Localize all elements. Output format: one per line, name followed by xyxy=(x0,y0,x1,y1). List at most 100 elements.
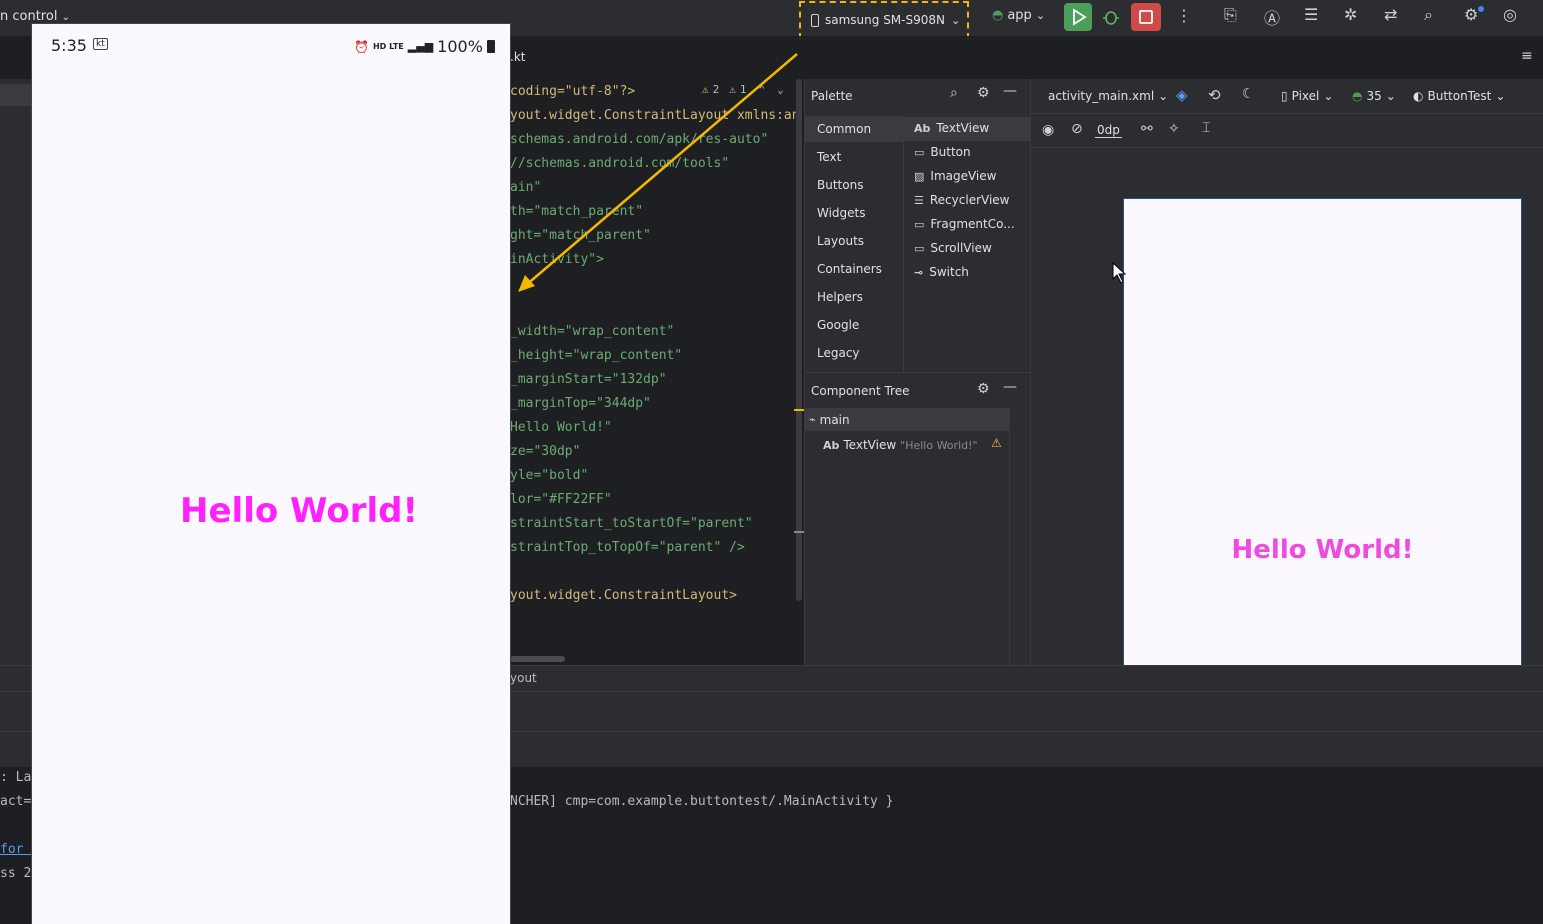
infer-constraints-icon[interactable]: ✧ xyxy=(1168,121,1180,137)
theme-select[interactable]: ◐ ButtonTest ⌄ xyxy=(1413,89,1505,103)
sdk-manager-icon[interactable]: ☰ xyxy=(1304,5,1318,24)
debug-button[interactable] xyxy=(1100,6,1122,28)
palette-item[interactable]: ▨ ImageView xyxy=(914,169,996,183)
device-select[interactable]: ▯ Pixel ⌄ xyxy=(1281,89,1333,103)
layout-preview[interactable]: Hello World! xyxy=(1123,198,1522,667)
palette-category-buttons[interactable]: Buttons xyxy=(817,178,863,192)
theme-select-label: ButtonTest xyxy=(1427,89,1492,103)
autoconnect-icon[interactable]: ⊘ xyxy=(1071,121,1083,137)
button-icon: ▭ xyxy=(914,145,925,159)
console-line-prefix: : La xyxy=(0,770,32,785)
run-button[interactable] xyxy=(1064,3,1092,31)
design-surface-icon[interactable]: ◈ xyxy=(1176,86,1188,104)
search-icon[interactable]: ⌕ xyxy=(950,85,958,101)
warning-icon[interactable]: ⚠ xyxy=(991,436,1002,450)
default-margin-value: 0dp xyxy=(1097,123,1120,137)
palette-category-text[interactable]: Text xyxy=(817,150,841,164)
minimize-icon[interactable]: — xyxy=(1003,83,1017,99)
palette-item[interactable]: ⊸ Switch xyxy=(914,265,969,279)
chevron-down-icon: ⌄ xyxy=(1495,89,1506,103)
minimize-icon[interactable]: — xyxy=(1003,379,1017,395)
palette-item[interactable]: ▭ ScrollView xyxy=(914,241,992,255)
device-selector[interactable]: samsung SM-S908N ⌄ xyxy=(799,1,969,39)
palette-item[interactable]: ▭ Button xyxy=(914,145,971,159)
breadcrumb[interactable]: yout xyxy=(510,671,537,685)
palette-category-layouts[interactable]: Layouts xyxy=(817,234,864,248)
tree-child-row[interactable]: Ab TextView "Hello World!" xyxy=(823,435,1009,455)
tree-child-label: TextView xyxy=(843,438,897,452)
design-toolbar-2: ◉ ⊘ 0dp ⚯ ✧ ⌶ xyxy=(1031,114,1543,148)
palette-category-helpers[interactable]: Helpers xyxy=(817,290,863,304)
guidelines-icon[interactable]: ⌶ xyxy=(1202,120,1210,136)
code-line: _marginStart="132dp" xyxy=(510,372,667,387)
tree-root-row[interactable]: ⌁ main xyxy=(805,408,1009,431)
palette-item[interactable]: Ab TextView xyxy=(914,121,989,135)
palette-category-legacy[interactable]: Legacy xyxy=(817,346,860,360)
view-options-eye-icon[interactable]: ◉ xyxy=(1042,122,1054,138)
palette-category-containers[interactable]: Containers xyxy=(817,262,882,276)
stop-button[interactable] xyxy=(1131,3,1161,31)
palette-item-label: Button xyxy=(930,145,971,159)
clear-constraints-icon[interactable]: ⚯ xyxy=(1141,121,1153,137)
sync-icon[interactable]: ⇄ xyxy=(1384,5,1397,24)
hamburger-menu-icon[interactable]: ≡ xyxy=(1521,48,1533,64)
code-line: _width="wrap_content" xyxy=(510,324,675,339)
switch-icon: ⊸ xyxy=(914,265,924,279)
mouse-cursor-icon xyxy=(1112,262,1126,284)
phone-hello-text[interactable]: Hello World! xyxy=(32,491,566,531)
phone-device-icon xyxy=(811,13,819,27)
fragment-icon: ▭ xyxy=(914,217,925,231)
run-config-label: app xyxy=(1007,8,1032,23)
settings-gear-icon[interactable]: ⚙ xyxy=(977,85,990,101)
battery-percent: 100% xyxy=(437,37,483,56)
constraint-layout-icon: ⌁ xyxy=(809,413,816,426)
palette-category-common[interactable]: Common xyxy=(817,122,871,136)
account-icon[interactable]: ◎ xyxy=(1503,5,1517,24)
theme-icon: ◐ xyxy=(1413,89,1424,103)
search-icon[interactable]: ⌕ xyxy=(1424,5,1433,25)
default-margin-field[interactable]: 0dp xyxy=(1095,123,1122,138)
component-tree-header: Component Tree ⚙ — xyxy=(805,372,1030,407)
code-line: ze="30dp" xyxy=(510,444,581,459)
device-mirror-window[interactable]: 5:35 kt ⏰ HD LTE ▂▄▆ 100% Hello World! xyxy=(32,24,510,924)
preview-hello-text[interactable]: Hello World! xyxy=(1124,535,1521,565)
layout-file-label: activity_main.xml xyxy=(1048,89,1155,103)
palette-item[interactable]: ▭ FragmentCo... xyxy=(914,217,1015,231)
palette-item-label: TextView xyxy=(936,121,990,135)
device-label: samsung SM-S908N xyxy=(825,13,945,27)
settings-gear-icon[interactable]: ⚙ xyxy=(977,381,990,397)
night-mode-icon[interactable]: ☾ xyxy=(1242,86,1255,102)
settings-gear-icon[interactable]: ⚙ xyxy=(1464,5,1478,24)
app-inspection-icon[interactable]: ✲ xyxy=(1344,5,1357,24)
horizontal-scrollbar[interactable] xyxy=(510,656,565,662)
palette-category-widgets[interactable]: Widgets xyxy=(817,206,866,220)
orientation-icon[interactable]: ⟲ xyxy=(1208,86,1221,104)
imageview-icon: ▨ xyxy=(914,169,925,183)
project-widget[interactable]: n control ⌄ xyxy=(0,9,70,24)
run-config-selector[interactable]: ◓ app ⌄ xyxy=(992,8,1045,23)
console-line: NCHER] cmp=com.example.buttontest/.MainA… xyxy=(510,794,894,809)
battery-icon xyxy=(486,40,495,53)
console-line-prefix: act= xyxy=(0,794,32,809)
annotation-arrow xyxy=(518,53,798,292)
palette-item[interactable]: ☰ RecyclerView xyxy=(914,193,1009,207)
status-time: 5:35 xyxy=(51,36,87,55)
textview-icon: Ab xyxy=(823,438,840,452)
translate-icon[interactable]: Ⓐ xyxy=(1264,5,1280,29)
api-select[interactable]: ◓ 35 ⌄ xyxy=(1352,89,1396,103)
layout-file-select[interactable]: activity_main.xml ⌄ xyxy=(1048,89,1168,103)
palette-items: Ab TextView ▭ Button ▨ ImageView ☰ RecyclerView… xyxy=(904,116,1030,372)
tree-side-strip xyxy=(1009,408,1031,665)
signal-icon: ▂▄▆ xyxy=(407,40,434,53)
palette-category-google[interactable]: Google xyxy=(817,318,859,332)
chevron-down-icon: ⌄ xyxy=(1035,9,1046,22)
device-select-label: Pixel xyxy=(1291,89,1320,103)
chevron-down-icon: ⌄ xyxy=(1385,89,1396,103)
chevron-down-icon: ⌄ xyxy=(1158,89,1169,103)
network-status-text: HD LTE xyxy=(372,42,404,51)
palette-item-label: ImageView xyxy=(930,169,997,183)
device-manager-icon[interactable]: ⎘ xyxy=(1224,5,1237,25)
chevron-down-icon: ⌄ xyxy=(951,13,961,27)
palette-item-label: FragmentCo... xyxy=(930,217,1015,231)
more-options-icon[interactable]: ⋮ xyxy=(1176,6,1192,25)
